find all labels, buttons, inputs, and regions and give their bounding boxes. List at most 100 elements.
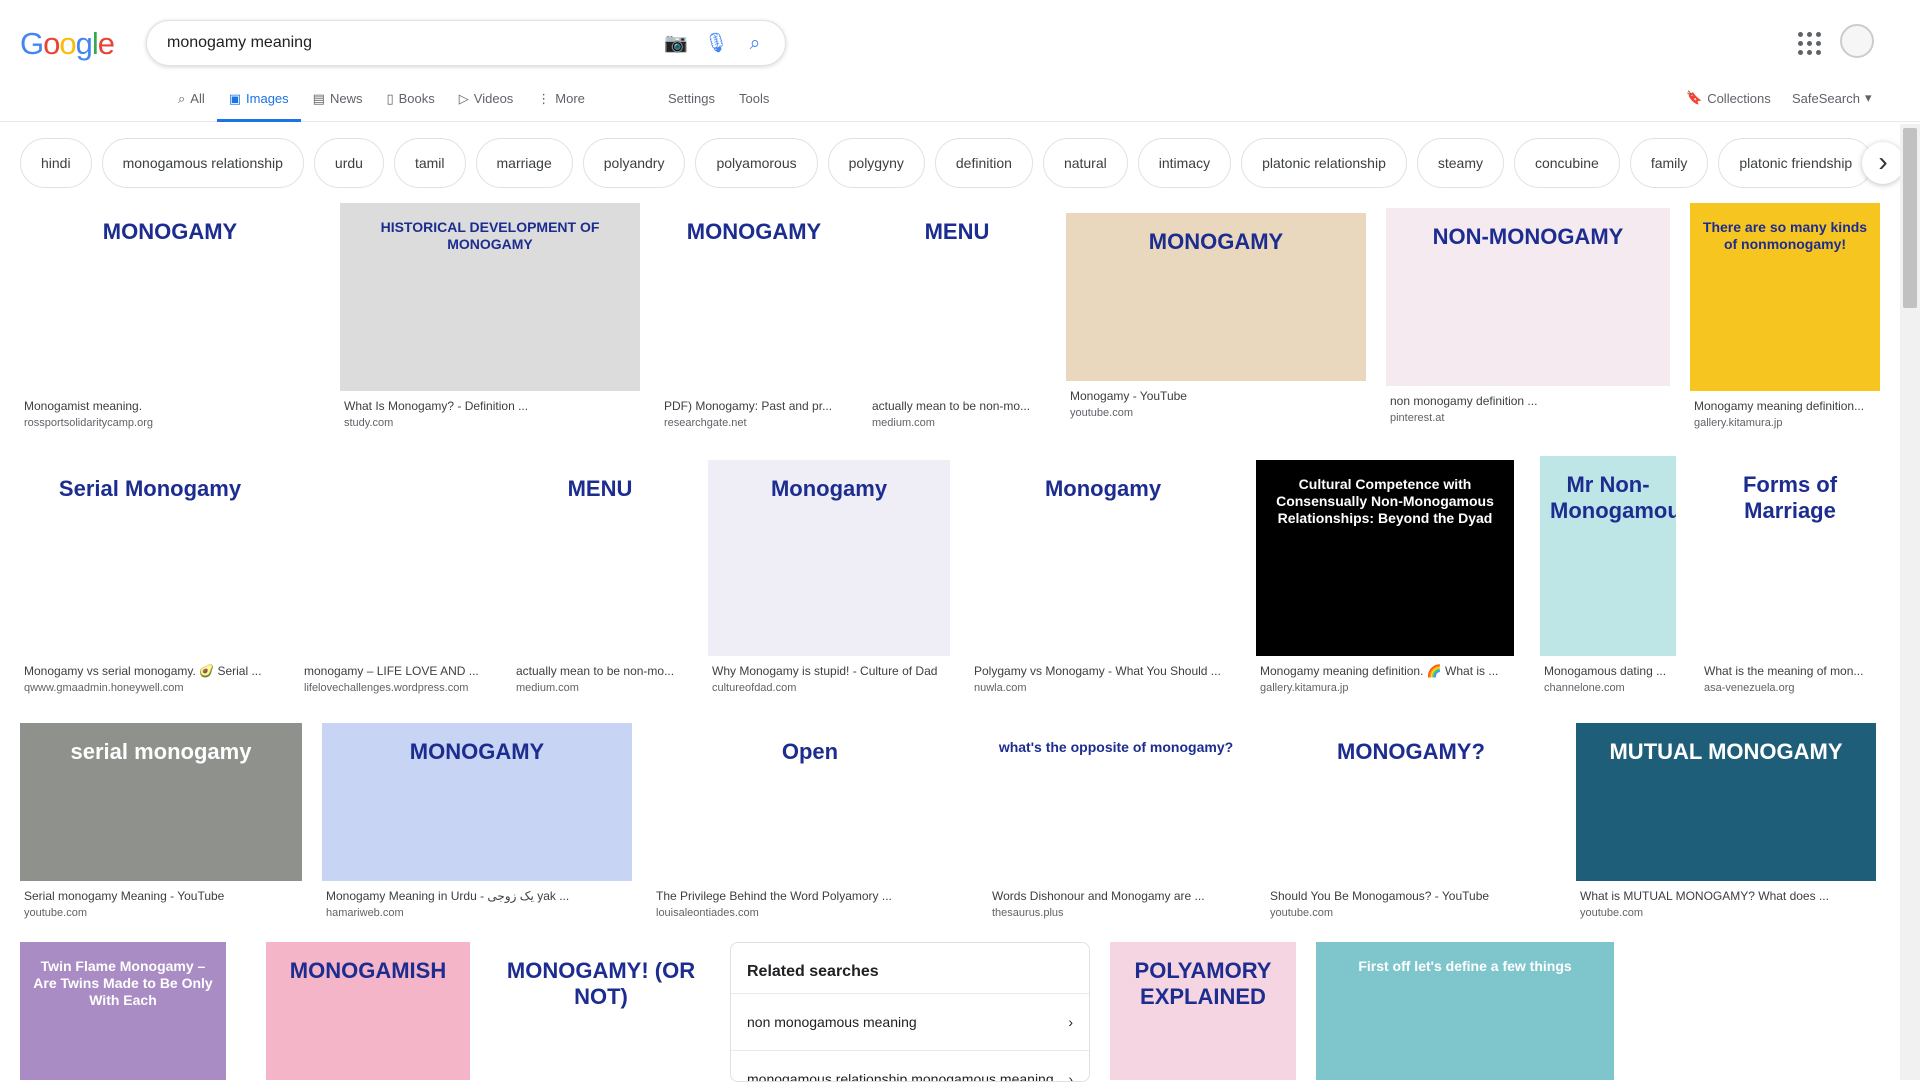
result-title[interactable]: monogamy – LIFE LOVE AND ... xyxy=(300,664,492,678)
image-result[interactable]: serial monogamy Serial monogamy Meaning -… xyxy=(20,723,302,919)
tools-link[interactable]: Tools xyxy=(739,91,769,106)
search-input[interactable]: monogamy meaning xyxy=(167,34,312,52)
image-result[interactable]: MENU actually mean to be non-mo... medium.… xyxy=(868,203,1046,429)
result-thumbnail[interactable]: what's the opposite of monogamy? xyxy=(988,723,1244,881)
result-source[interactable]: pinterest.at xyxy=(1386,412,1670,424)
result-thumbnail[interactable]: There are so many kinds of nonmonogamy! xyxy=(1690,203,1880,391)
result-thumbnail[interactable]: Forms of Marriage xyxy=(1700,456,1880,656)
camera-icon[interactable]: 📷 xyxy=(664,32,688,56)
image-result[interactable]: MONOGAMY Monogamy - YouTube youtube.com xyxy=(1066,213,1366,419)
result-title[interactable]: Serial monogamy Meaning - YouTube xyxy=(20,889,302,903)
google-logo[interactable]: Google xyxy=(20,26,115,62)
image-result[interactable]: Mr Non-Monogamous Monogamous dating ... ch… xyxy=(1540,456,1676,694)
result-title[interactable]: Polygamy vs Monogamy - What You Should .… xyxy=(970,664,1236,678)
result-title[interactable]: Monogamy meaning definition. 🌈 What is .… xyxy=(1256,664,1514,678)
settings-link[interactable]: Settings xyxy=(668,91,715,106)
result-title[interactable]: PDF) Monogamy: Past and pr... xyxy=(660,399,848,413)
result-source[interactable]: youtube.com xyxy=(1266,907,1556,919)
image-result[interactable]: Monogamy Why Monogamy is stupid! - Cultur… xyxy=(708,460,950,694)
result-title[interactable]: actually mean to be non-mo... xyxy=(868,399,1046,413)
image-result[interactable]: Monogamy Polygamy vs Monogamy - What You … xyxy=(970,460,1236,694)
result-title[interactable]: Monogamist meaning. xyxy=(20,399,320,413)
image-result[interactable] xyxy=(1636,942,1880,1080)
result-title[interactable]: Monogamy Meaning in Urdu - یک زوجی yak .… xyxy=(322,889,632,903)
result-thumbnail[interactable]: Monogamy xyxy=(970,460,1236,656)
result-thumbnail[interactable]: Mr Non-Monogamous xyxy=(1540,456,1676,656)
result-source[interactable]: louisaleontiades.com xyxy=(652,907,968,919)
result-thumbnail[interactable] xyxy=(300,460,492,656)
result-thumbnail[interactable]: Serial Monogamy xyxy=(20,460,280,656)
image-result[interactable]: MENU actually mean to be non-mo... medium.… xyxy=(512,460,688,694)
result-title[interactable]: Why Monogamy is stupid! - Culture of Dad xyxy=(708,664,950,678)
chip-polyandry[interactable]: polyandry xyxy=(582,138,686,188)
result-thumbnail[interactable]: Open xyxy=(652,723,968,881)
result-source[interactable]: study.com xyxy=(340,417,640,429)
image-result[interactable]: MUTUAL MONOGAMY What is MUTUAL MONOGAMY? … xyxy=(1576,723,1876,919)
result-thumbnail[interactable]: MONOGAMY xyxy=(1066,213,1366,381)
image-result[interactable]: MONOGAMY! (OR NOT) xyxy=(492,942,710,1080)
result-thumbnail[interactable]: MONOGAMY? xyxy=(1266,723,1556,881)
chip-polyamorous[interactable]: polyamorous xyxy=(695,138,818,188)
result-thumbnail[interactable]: Cultural Competence with Consensually No… xyxy=(1256,460,1514,656)
image-result[interactable]: MONOGAMY PDF) Monogamy: Past and pr... res… xyxy=(660,203,848,429)
chip-family[interactable]: family xyxy=(1629,138,1709,188)
result-thumbnail[interactable]: First off let's define a few things xyxy=(1316,942,1614,1080)
chip-tamil[interactable]: tamil xyxy=(393,138,466,188)
result-source[interactable]: qwww.gmaadmin.honeywell.com xyxy=(20,682,280,694)
result-thumbnail[interactable]: POLYAMORY EXPLAINED xyxy=(1110,942,1296,1080)
result-source[interactable]: lifelovechallenges.wordpress.com xyxy=(300,682,492,694)
image-result[interactable]: NON-MONOGAMY non monogamy definition ... p… xyxy=(1386,208,1670,424)
result-source[interactable]: researchgate.net xyxy=(660,417,848,429)
result-title[interactable]: Monogamous dating ... xyxy=(1540,664,1676,678)
result-title[interactable]: What is the meaning of mon... xyxy=(1700,664,1880,678)
result-thumbnail[interactable]: MONOGAMY xyxy=(20,203,320,391)
result-thumbnail[interactable]: MONOGAMY xyxy=(660,203,848,391)
avatar[interactable] xyxy=(1840,24,1874,58)
apps-grid-icon[interactable] xyxy=(1796,30,1821,55)
result-title[interactable]: What Is Monogamy? - Definition ... xyxy=(340,399,640,413)
image-result[interactable]: POLYAMORY EXPLAINED xyxy=(1110,942,1296,1080)
image-result[interactable]: First off let's define a few things xyxy=(1316,942,1614,1080)
search-box[interactable]: monogamy meaning 📷 🎙 ⌕ xyxy=(146,20,786,66)
result-source[interactable]: cultureofdad.com xyxy=(708,682,950,694)
result-source[interactable]: youtube.com xyxy=(20,907,302,919)
chip-platonic-relationship[interactable]: platonic relationship xyxy=(1241,138,1407,188)
result-source[interactable]: youtube.com xyxy=(1576,907,1876,919)
image-result[interactable]: MONOGAMY Monogamy Meaning in Urdu - یک زو… xyxy=(322,723,632,919)
image-result[interactable]: Open The Privilege Behind the Word Polyam… xyxy=(652,723,968,919)
image-result[interactable]: MONOGAMISH xyxy=(266,942,470,1080)
chip-hindi[interactable]: hindi xyxy=(20,138,92,188)
chip-definition[interactable]: definition xyxy=(934,138,1033,188)
result-thumbnail[interactable]: MENU xyxy=(868,203,1046,391)
chevron-right-icon[interactable]: › xyxy=(1862,142,1904,184)
related-search-item[interactable]: non monogamous meaning › xyxy=(731,993,1089,1050)
tab-books[interactable]: ▯ Books xyxy=(374,88,446,122)
image-result[interactable]: MONOGAMY? Should You Be Monogamous? - You… xyxy=(1266,723,1556,919)
scrollbar-thumb[interactable] xyxy=(1903,128,1917,308)
image-result[interactable]: Serial Monogamy Monogamy vs serial monoga… xyxy=(20,460,280,694)
result-title[interactable]: non monogamy definition ... xyxy=(1386,394,1670,408)
chip-concubine[interactable]: concubine xyxy=(1513,138,1620,188)
result-title[interactable]: What is MUTUAL MONOGAMY? What does ... xyxy=(1576,889,1876,903)
image-result[interactable]: Twin Flame Monogamy – Are Twins Made to … xyxy=(20,942,226,1080)
result-title[interactable]: Words Dishonour and Monogamy are ... xyxy=(988,889,1244,903)
chip-platonic-friendship[interactable]: platonic friendship xyxy=(1718,138,1874,188)
result-thumbnail[interactable]: MONOGAMY! (OR NOT) xyxy=(492,942,710,1080)
result-source[interactable]: rossportsolidaritycamp.org xyxy=(20,417,320,429)
image-result[interactable]: what's the opposite of monogamy? Words Di… xyxy=(988,723,1244,919)
tab-all[interactable]: ⌕ All xyxy=(166,88,217,122)
result-thumbnail[interactable]: MUTUAL MONOGAMY xyxy=(1576,723,1876,881)
result-source[interactable]: gallery.kitamura.jp xyxy=(1256,682,1514,694)
result-thumbnail[interactable]: NON-MONOGAMY xyxy=(1386,208,1670,386)
collections-button[interactable]: 🔖 Collections xyxy=(1686,90,1771,106)
result-title[interactable]: Monogamy meaning definition... xyxy=(1690,399,1880,413)
image-result[interactable]: MONOGAMY Monogamist meaning. rossportsolid… xyxy=(20,203,320,429)
chip-polygyny[interactable]: polygyny xyxy=(827,138,925,188)
result-title[interactable]: Should You Be Monogamous? - YouTube xyxy=(1266,889,1556,903)
result-title[interactable]: The Privilege Behind the Word Polyamory … xyxy=(652,889,968,903)
tab-videos[interactable]: ▷ Videos xyxy=(447,88,526,122)
tab-news[interactable]: ▤ News xyxy=(301,88,375,122)
chip-intimacy[interactable]: intimacy xyxy=(1137,138,1232,188)
result-source[interactable]: nuwla.com xyxy=(970,682,1236,694)
safesearch-button[interactable]: SafeSearch ▾ xyxy=(1792,90,1871,106)
